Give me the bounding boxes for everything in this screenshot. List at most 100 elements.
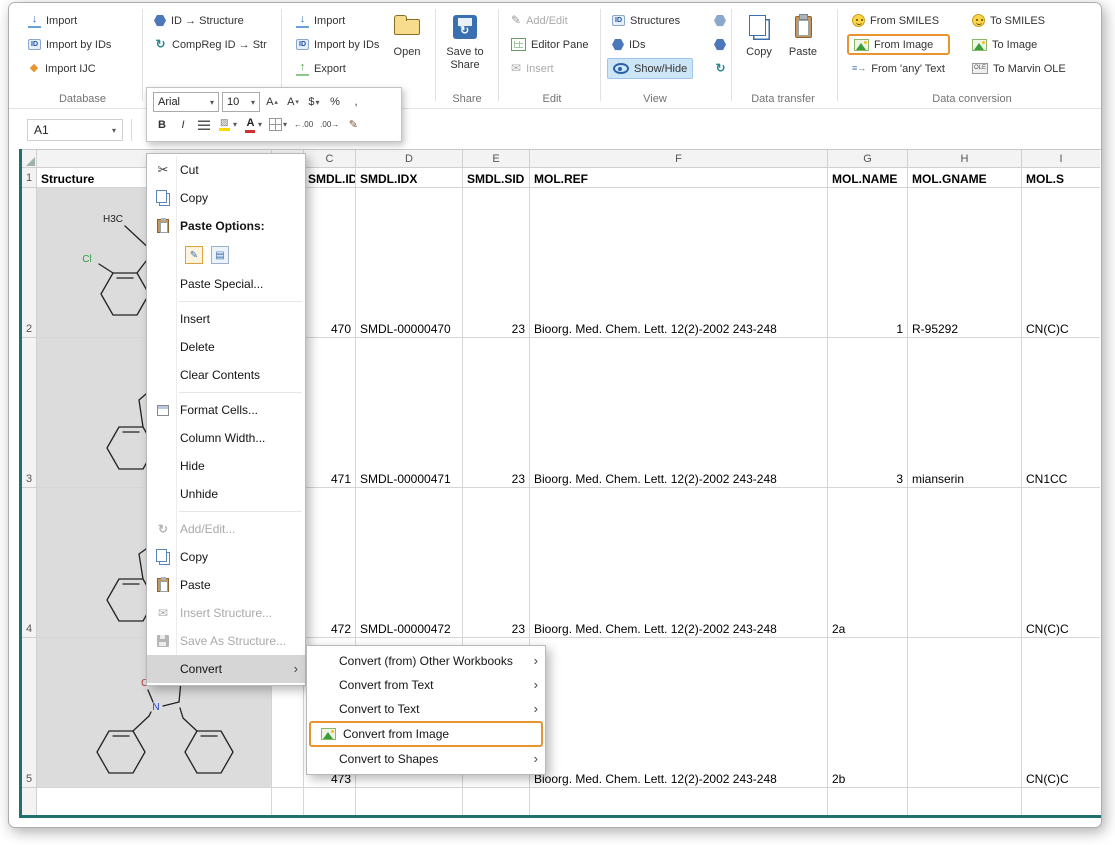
- font-size-combo[interactable]: 10: [222, 92, 260, 112]
- menu-item-convert[interactable]: Convert: [147, 655, 305, 683]
- cell-h3[interactable]: mianserin: [908, 338, 1022, 488]
- name-box[interactable]: A1: [27, 119, 123, 141]
- ribbon-paste-button[interactable]: Paste: [783, 10, 823, 96]
- cell-b6[interactable]: [272, 788, 304, 816]
- insert-button[interactable]: Insert: [506, 58, 593, 79]
- menu-item-copy[interactable]: Copy: [147, 184, 305, 212]
- col-header-d[interactable]: D: [356, 150, 463, 168]
- increase-decimal-button[interactable]: [292, 115, 315, 134]
- font-color-button[interactable]: [242, 115, 264, 134]
- font-name-combo[interactable]: Arial: [153, 92, 219, 112]
- col-header-c[interactable]: C: [304, 150, 356, 168]
- cell-d2[interactable]: SMDL-00000470: [356, 188, 463, 338]
- paste-values-button[interactable]: [211, 246, 229, 264]
- from-any-text-button[interactable]: From 'any' Text: [847, 58, 950, 79]
- submenu-item-convert-from-image[interactable]: Convert from Image: [309, 721, 543, 747]
- from-image-button[interactable]: From Image: [847, 34, 950, 55]
- cell-h4[interactable]: [908, 488, 1022, 638]
- cell-i3[interactable]: CN1CC: [1022, 338, 1100, 488]
- cell-h1[interactable]: MOL.GNAME: [908, 168, 1022, 188]
- cell-e6[interactable]: [463, 788, 530, 816]
- submenu-item-convert-from-text[interactable]: Convert from Text: [307, 673, 545, 697]
- select-all-corner[interactable]: [22, 150, 37, 168]
- cell-e2[interactable]: 23: [463, 188, 530, 338]
- from-smiles-button[interactable]: From SMILES: [847, 10, 950, 31]
- cell-h6[interactable]: [908, 788, 1022, 816]
- id-to-structure-button[interactable]: ID → Structure: [149, 10, 272, 31]
- cell-d3[interactable]: SMDL-00000471: [356, 338, 463, 488]
- cell-i2[interactable]: CN(C)C: [1022, 188, 1100, 338]
- italic-button[interactable]: I: [174, 115, 192, 134]
- cell-g5[interactable]: 2b: [828, 638, 908, 788]
- row-header-2[interactable]: 2: [22, 188, 37, 338]
- col-header-f[interactable]: F: [530, 150, 828, 168]
- cell-h2[interactable]: R-95292: [908, 188, 1022, 338]
- row-header-3[interactable]: 3: [22, 338, 37, 488]
- format-painter-button[interactable]: [344, 115, 362, 134]
- add-edit-button[interactable]: Add/Edit: [506, 10, 593, 31]
- menu-item-clear-contents[interactable]: Clear Contents: [147, 361, 305, 389]
- to-image-button[interactable]: To Image: [967, 34, 1071, 55]
- fill-color-button[interactable]: [216, 115, 239, 134]
- accounting-format-button[interactable]: $: [305, 93, 323, 112]
- cell-c1[interactable]: SMDL.ID: [304, 168, 356, 188]
- menu-item-save-as-structure[interactable]: Save As Structure...: [147, 627, 305, 655]
- row-header-4[interactable]: 4: [22, 488, 37, 638]
- import-button[interactable]: Import: [23, 10, 116, 31]
- row-header-5[interactable]: 5: [22, 638, 37, 788]
- percent-style-button[interactable]: %: [326, 93, 344, 112]
- menu-item-unhide[interactable]: Unhide: [147, 480, 305, 508]
- io-import-button[interactable]: Import: [291, 10, 384, 31]
- submenu-item-convert-to-text[interactable]: Convert to Text: [307, 697, 545, 721]
- cell-f6[interactable]: [530, 788, 828, 816]
- cell-f1[interactable]: MOL.REF: [530, 168, 828, 188]
- shrink-font-button[interactable]: A: [284, 93, 302, 112]
- show-hide-button[interactable]: Show/Hide: [607, 58, 693, 79]
- cell-c4[interactable]: 472: [304, 488, 356, 638]
- menu-item-paste-special[interactable]: Paste Special...: [147, 270, 305, 298]
- cell-i1[interactable]: MOL.S: [1022, 168, 1100, 188]
- cell-c3[interactable]: 471: [304, 338, 356, 488]
- cell-e3[interactable]: 23: [463, 338, 530, 488]
- menu-item-copy-structure[interactable]: Copy: [147, 543, 305, 571]
- menu-item-column-width[interactable]: Column Width...: [147, 424, 305, 452]
- col-header-i[interactable]: I: [1022, 150, 1100, 168]
- menu-item-delete[interactable]: Delete: [147, 333, 305, 361]
- cell-e1[interactable]: SMDL.SID: [463, 168, 530, 188]
- grow-font-button[interactable]: A: [263, 93, 281, 112]
- editor-pane-button[interactable]: Editor Pane: [506, 34, 593, 55]
- save-to-share-button[interactable]: Save to Share: [441, 10, 489, 96]
- id-display-toggle[interactable]: [709, 34, 732, 55]
- ribbon-copy-button[interactable]: Copy: [739, 10, 779, 96]
- import-ijc-button[interactable]: Import IJC: [23, 58, 116, 79]
- structures-button[interactable]: Structures: [607, 10, 693, 31]
- menu-item-format-cells[interactable]: Format Cells...: [147, 396, 305, 424]
- cell-f4[interactable]: Bioorg. Med. Chem. Lett. 12(2)-2002 243-…: [530, 488, 828, 638]
- cell-g6[interactable]: [828, 788, 908, 816]
- io-import-by-ids-button[interactable]: Import by IDs: [291, 34, 384, 55]
- cell-a6[interactable]: [37, 788, 272, 816]
- submenu-item-convert-to-shapes[interactable]: Convert to Shapes: [307, 747, 545, 771]
- cell-g3[interactable]: 3: [828, 338, 908, 488]
- menu-item-hide[interactable]: Hide: [147, 452, 305, 480]
- cell-h5[interactable]: [908, 638, 1022, 788]
- cell-f2[interactable]: Bioorg. Med. Chem. Lett. 12(2)-2002 243-…: [530, 188, 828, 338]
- cell-d4[interactable]: SMDL-00000472: [356, 488, 463, 638]
- cell-i5[interactable]: CN(C)C: [1022, 638, 1100, 788]
- bold-button[interactable]: B: [153, 115, 171, 134]
- col-header-g[interactable]: G: [828, 150, 908, 168]
- menu-item-insert-structure[interactable]: Insert Structure...: [147, 599, 305, 627]
- align-center-button[interactable]: [195, 115, 213, 134]
- export-button[interactable]: Export: [291, 58, 384, 79]
- open-button[interactable]: Open: [383, 10, 431, 96]
- cell-f3[interactable]: Bioorg. Med. Chem. Lett. 12(2)-2002 243-…: [530, 338, 828, 488]
- ids-button[interactable]: IDs: [607, 34, 693, 55]
- to-smiles-button[interactable]: To SMILES: [967, 10, 1071, 31]
- cell-c6[interactable]: [304, 788, 356, 816]
- structure-display-toggle[interactable]: [709, 10, 732, 31]
- paste-keep-formatting-button[interactable]: [185, 246, 203, 264]
- cell-d1[interactable]: SMDL.IDX: [356, 168, 463, 188]
- cell-g1[interactable]: MOL.NAME: [828, 168, 908, 188]
- cell-d6[interactable]: [356, 788, 463, 816]
- cell-g2[interactable]: 1: [828, 188, 908, 338]
